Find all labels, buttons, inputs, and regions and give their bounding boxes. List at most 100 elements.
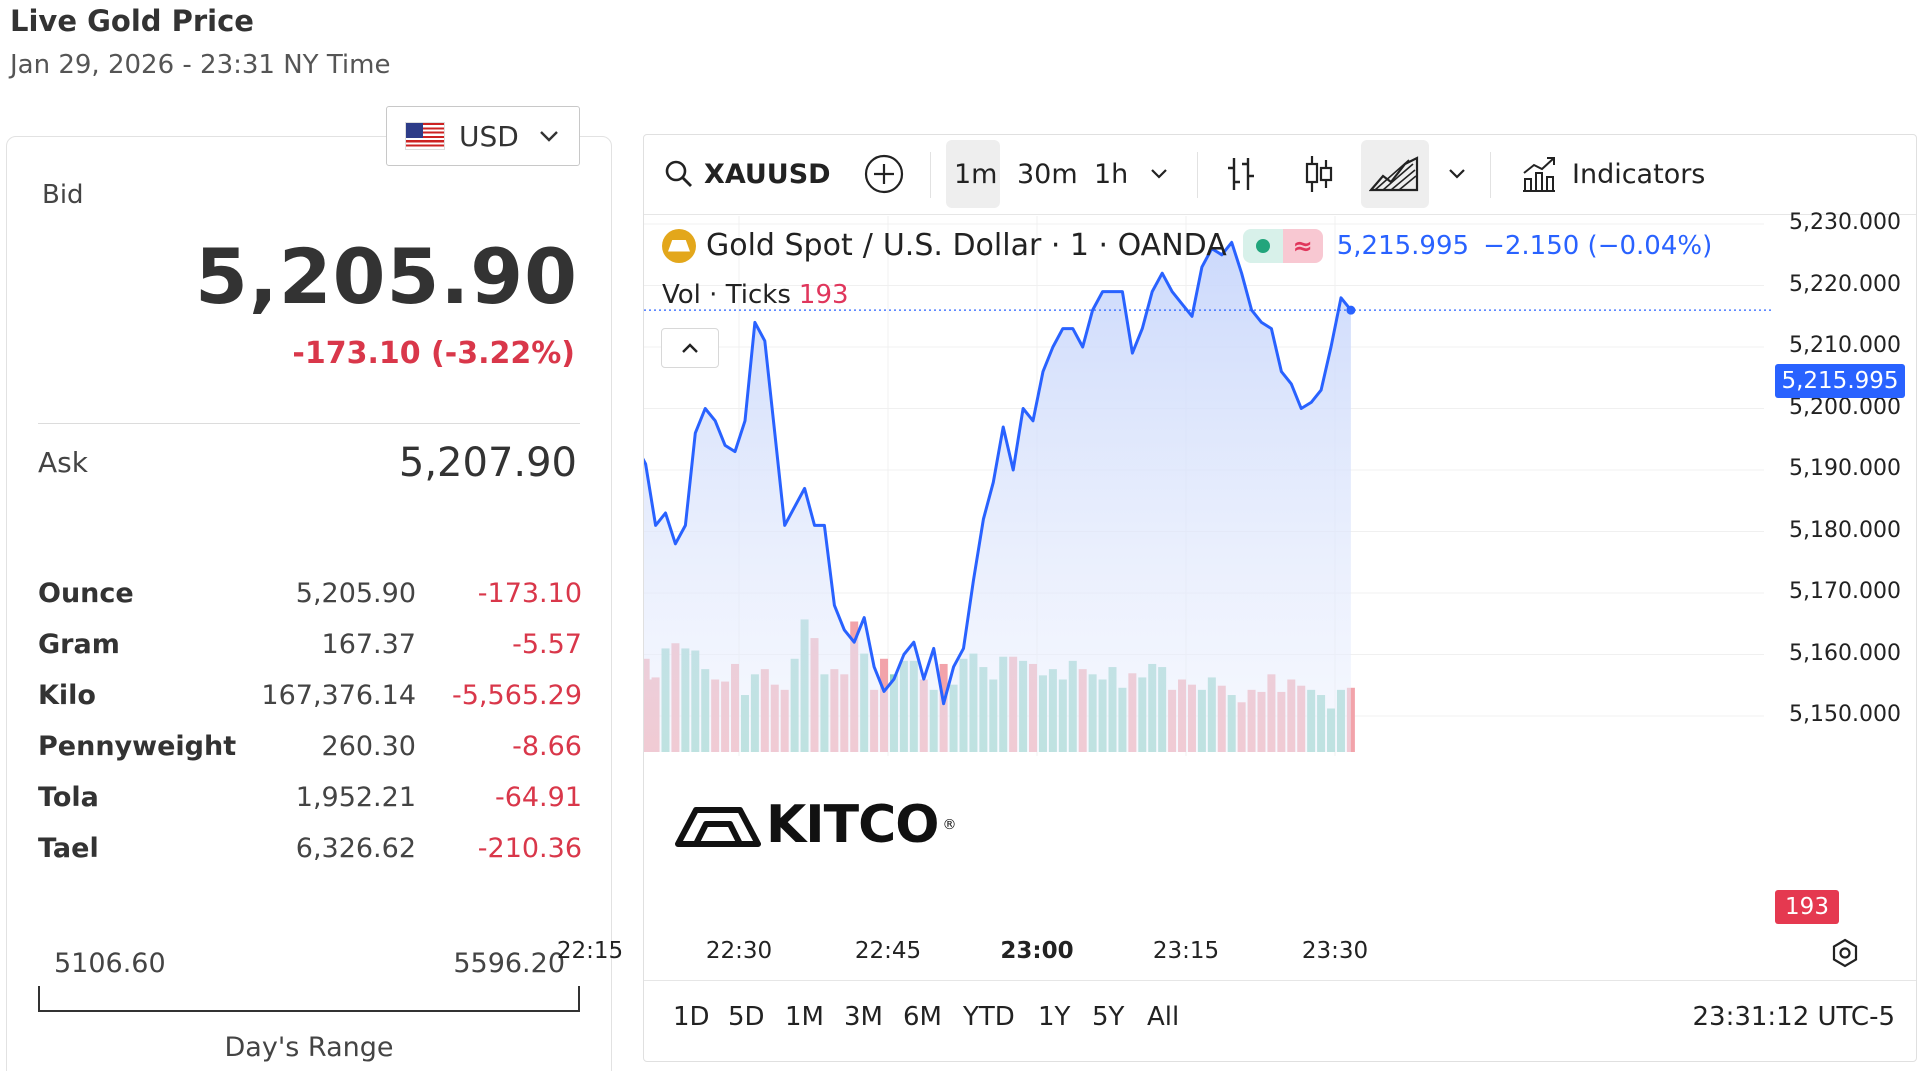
page: { "header": { "title": "Live Gold Price"… — [0, 0, 1920, 1071]
time-axis-label: 23:30 — [1301, 938, 1369, 964]
unit-change: -5,565.29 — [452, 680, 582, 711]
chevron-up-icon — [682, 343, 698, 353]
indicators-button[interactable]: Indicators — [1520, 134, 1705, 214]
unit-change: -64.91 — [494, 782, 582, 813]
legend-separator: / — [862, 228, 873, 263]
bid-label: Bid — [42, 180, 84, 210]
price-axis-label: 5,210.000 — [1789, 333, 1901, 358]
price-axis-label: 5,180.000 — [1789, 517, 1901, 543]
unit-name: Tola — [38, 782, 99, 813]
bottom-bar-border — [644, 980, 1916, 981]
interval-1m-button[interactable]: 1m — [954, 134, 997, 214]
indicators-label: Indicators — [1572, 158, 1706, 190]
interval-label: 1h — [1094, 158, 1129, 190]
interval-label: 30m — [1017, 158, 1078, 190]
chevron-down-icon — [539, 131, 558, 142]
instrument-details: U.S. Dollar · 1 · OANDA — [882, 228, 1227, 263]
table-row: Tola 1,952.21 -64.91 — [38, 772, 582, 823]
unit-price: 167,376.14 — [261, 680, 416, 711]
divider — [38, 423, 580, 424]
unit-name: Pennyweight — [38, 731, 237, 762]
symbol-label: XAUUSD — [704, 158, 831, 190]
days-range-label: Day's Range — [224, 1032, 394, 1063]
kitco-logo-icon — [675, 807, 761, 847]
last-volume-tag: 193 — [1775, 890, 1839, 924]
chart-clock[interactable]: 23:31:12 UTC-5 — [1692, 1002, 1895, 1032]
last-price-dot — [1346, 305, 1356, 315]
delayed-data-icon: ≈ — [1282, 228, 1323, 263]
market-open-icon — [1242, 228, 1283, 263]
chart-settings-icon[interactable] — [1829, 937, 1861, 969]
time-axis-label: 22:45 — [854, 938, 922, 964]
chevron-down-icon — [1449, 169, 1465, 179]
area-chart-button[interactable] — [1369, 134, 1419, 214]
collapse-legend-button[interactable] — [661, 328, 719, 368]
chart-legend: Gold Spot / U.S. Dollar · 1 · OANDA ≈ 5,… — [662, 228, 1712, 263]
price-axis-label: 5,230.000 — [1789, 210, 1901, 235]
market-status-badge[interactable]: ≈ — [1242, 228, 1323, 263]
toolbar-divider — [1197, 152, 1198, 198]
unit-name: Tael — [38, 833, 99, 864]
symbol-search[interactable]: XAUUSD — [664, 134, 831, 214]
price-area — [644, 242, 1351, 752]
time-axis-label: 22:30 — [705, 938, 773, 964]
table-row: Pennyweight 260.30 -8.66 — [38, 721, 582, 772]
price-axis-label: 5,170.000 — [1789, 579, 1901, 604]
table-row: Tael 6,326.62 -210.36 — [38, 823, 582, 874]
candlestick-icon — [1305, 156, 1333, 192]
unit-change: -8.66 — [512, 731, 582, 762]
range-1y-button[interactable]: 1Y — [1038, 1002, 1070, 1032]
price-axis-label: 5,220.000 — [1789, 271, 1901, 297]
range-1d-button[interactable]: 1D — [673, 1002, 710, 1032]
toolbar-divider — [1490, 152, 1491, 198]
toolbar-bottom-border — [644, 214, 1916, 215]
gold-bar-icon — [662, 228, 696, 263]
indicators-icon — [1523, 157, 1555, 192]
add-circle-icon — [864, 154, 904, 194]
unit-name: Ounce — [38, 578, 134, 609]
watermark-text: KITCO — [766, 795, 939, 855]
kitco-watermark: KITCO ® — [674, 795, 956, 855]
search-icon — [665, 160, 692, 187]
days-range-bar — [38, 986, 580, 1012]
time-axis-label: 23:00 — [1000, 938, 1074, 964]
range-3m-button[interactable]: 3M — [844, 1002, 883, 1032]
legend-last-price: 5,215.995 — [1336, 230, 1470, 261]
range-5y-button[interactable]: 5Y — [1092, 1002, 1124, 1032]
unit-price-table: Ounce 5,205.90 -173.10 Gram 167.37 -5.57 Kil… — [38, 568, 582, 874]
days-range-low: 5106.60 — [54, 948, 166, 979]
last-price-tag: 5,215.995 — [1775, 364, 1905, 398]
bid-change: -173.10 (-3.22%) — [292, 336, 575, 371]
unit-change: -210.36 — [477, 833, 582, 864]
ask-label: Ask — [38, 446, 88, 479]
page-title: Live Gold Price — [10, 4, 254, 38]
compare-button[interactable] — [864, 134, 904, 214]
legend-change: −2.150 (−0.04%) — [1483, 230, 1713, 261]
interval-dropdown[interactable] — [1150, 134, 1168, 214]
range-6m-button[interactable]: 6M — [903, 1002, 942, 1032]
chart-type-dropdown[interactable] — [1448, 134, 1466, 214]
time-axis-label: 23:15 — [1152, 938, 1220, 964]
price-axis-label: 5,190.000 — [1789, 456, 1901, 481]
ohlc-bars-icon — [1228, 158, 1254, 190]
range-1m-button[interactable]: 1M — [785, 1002, 824, 1032]
table-row: Gram 167.37 -5.57 — [38, 619, 582, 670]
unit-price: 5,205.90 — [295, 578, 416, 609]
price-axis-label: 5,150.000 — [1789, 702, 1901, 727]
volume-value: 193 — [798, 280, 849, 310]
range-all-button[interactable]: All — [1147, 1002, 1179, 1032]
currency-value: USD — [459, 119, 519, 153]
interval-label: 1m — [954, 158, 998, 190]
toolbar-divider — [930, 152, 931, 198]
candles-button[interactable] — [1302, 134, 1336, 214]
range-ytd-button[interactable]: YTD — [963, 1002, 1015, 1032]
interval-1h-button[interactable]: 1h — [1094, 134, 1128, 214]
currency-select[interactable]: USD — [386, 106, 580, 166]
bar-chart-button[interactable] — [1224, 134, 1258, 214]
price-axis-label: 5,200.000 — [1789, 394, 1901, 420]
price-chart[interactable] — [644, 216, 1916, 978]
bid-price: 5,205.90 — [194, 232, 578, 321]
interval-30m-button[interactable]: 30m — [1017, 134, 1078, 214]
range-5d-button[interactable]: 5D — [728, 1002, 765, 1032]
volume-legend: Vol · Ticks 193 — [662, 280, 849, 310]
